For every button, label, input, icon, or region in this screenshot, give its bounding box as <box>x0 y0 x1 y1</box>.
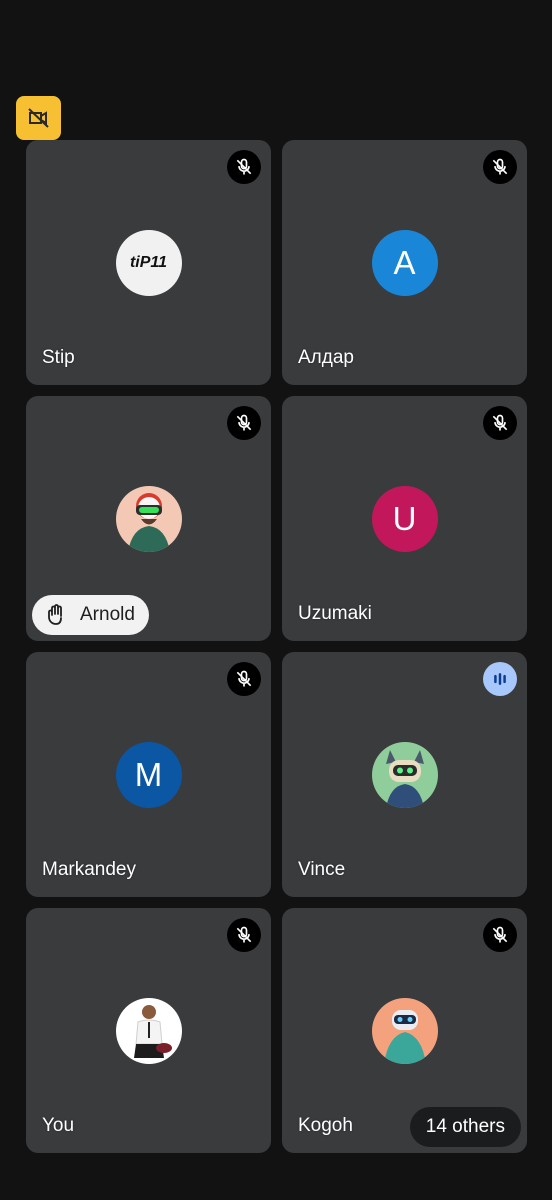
participant-name: Kogoh <box>298 1115 353 1136</box>
mic-off-icon <box>227 150 261 184</box>
participant-tile-markandey[interactable]: M Markandey <box>26 652 271 897</box>
participant-name: You <box>42 1115 75 1136</box>
mic-off-icon <box>483 406 517 440</box>
meeting-screen: tiP11 Stip A Алдар Arnold U Uzumaki M Ma… <box>0 0 552 1200</box>
mic-off-icon <box>227 406 261 440</box>
participant-tile-stip[interactable]: tiP11 Stip <box>26 140 271 385</box>
participant-tile-vince[interactable]: Vince <box>282 652 527 897</box>
avatar: U <box>371 485 438 552</box>
participant-grid: tiP11 Stip A Алдар Arnold U Uzumaki M Ma… <box>26 140 527 1153</box>
mic-off-icon <box>227 662 261 696</box>
participant-name: Vince <box>298 859 346 880</box>
participant-name: Markandey <box>42 859 136 880</box>
participant-tile-aldar[interactable]: A Алдар <box>282 140 527 385</box>
participant-tile-kogoh[interactable]: Kogoh 14 others <box>282 908 527 1153</box>
avatar <box>115 997 182 1064</box>
mic-off-icon <box>227 918 261 952</box>
avatar <box>115 485 182 552</box>
avatar <box>371 741 438 808</box>
raised-hand-icon <box>48 604 62 625</box>
participant-tile-uzumaki[interactable]: U Uzumaki <box>282 396 527 641</box>
avatar: A <box>371 229 438 296</box>
speaking-icon <box>483 662 517 696</box>
avatar: M <box>115 741 182 808</box>
avatar <box>371 997 438 1064</box>
mic-off-icon <box>483 150 517 184</box>
participant-name: Алдар <box>298 347 354 368</box>
participant-name: Stip <box>42 347 75 368</box>
participant-tile-you[interactable]: You <box>26 908 271 1153</box>
avatar: tiP11 <box>115 229 182 296</box>
participant-name: Uzumaki <box>298 603 372 624</box>
participant-tile-arnold[interactable]: Arnold <box>26 396 271 641</box>
video-off-icon[interactable] <box>16 96 61 140</box>
others-count-button[interactable]: 14 others <box>409 1107 521 1147</box>
hand-raised-chip[interactable]: Arnold <box>32 595 149 635</box>
participant-name: Arnold <box>80 604 135 625</box>
mic-off-icon <box>483 918 517 952</box>
